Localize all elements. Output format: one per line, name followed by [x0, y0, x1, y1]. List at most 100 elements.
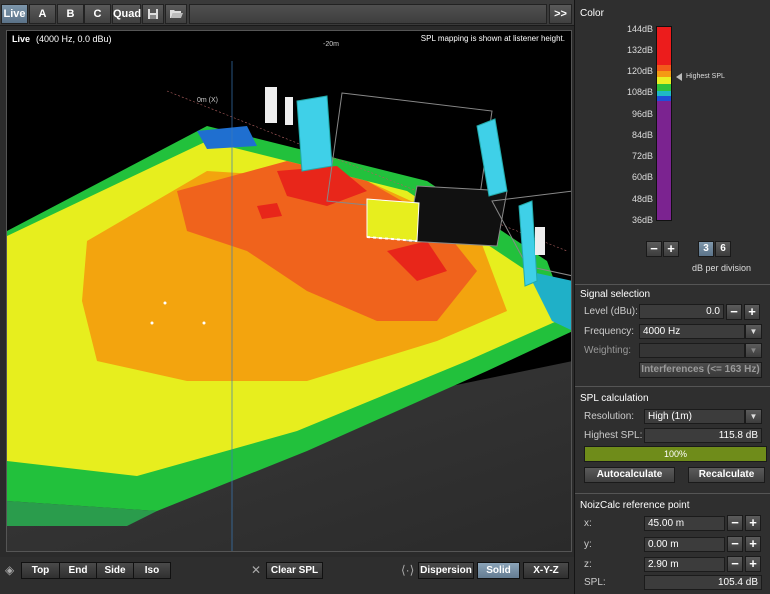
view-end-button[interactable]: End [59, 562, 97, 579]
view-side-button[interactable]: Side [96, 562, 134, 579]
scale-tick: 72dB [631, 151, 653, 161]
reference-section-title: NoizCalc reference point [580, 500, 690, 511]
ref-spl-label: SPL: [584, 577, 606, 588]
scale-tick: 132dB [626, 45, 653, 55]
scale-band-yellow [657, 77, 671, 84]
listener-marker-1 [163, 301, 167, 305]
level-field[interactable]: 0.0 [639, 304, 724, 319]
level-minus-button[interactable]: − [726, 304, 742, 320]
properties-panel: Color 144dB 132dB 120dB 108dB 96dB 84dB … [574, 0, 770, 594]
spl-section-title: SPL calculation [580, 393, 649, 404]
scale-minus-button[interactable]: − [646, 241, 662, 257]
ref-y-label: y: [584, 539, 592, 550]
ref-x-minus-button[interactable]: − [727, 515, 743, 531]
scale-tick: 144dB [626, 24, 653, 34]
chevron-down-icon[interactable]: ▼ [745, 324, 762, 339]
expand-button[interactable]: >> [549, 4, 572, 24]
calculation-progress: 100% [584, 446, 767, 462]
line-array-2 [285, 97, 293, 125]
listener-marker-3 [202, 321, 206, 325]
signal-section-title: Signal selection [580, 289, 651, 300]
scale-tick: 96dB [631, 109, 653, 119]
center-cluster [366, 198, 420, 242]
floppy-disk-icon[interactable] [142, 4, 164, 24]
viewport-condition: (4000 Hz, 0.0 dBu) [36, 34, 112, 44]
autocalculate-button[interactable]: Autocalculate [584, 467, 675, 483]
ref-x-plus-button[interactable]: + [745, 515, 761, 531]
listener-marker-2 [150, 321, 154, 325]
line-array-3 [535, 227, 545, 255]
division-label: dB per division [692, 263, 752, 273]
chevron-down-icon[interactable]: ▼ [745, 343, 762, 358]
view-iso-button[interactable]: Iso [133, 562, 171, 579]
ref-y-minus-button[interactable]: − [727, 536, 743, 552]
toolbar-spacer [189, 4, 547, 24]
bottom-toolbar: ◈ Top End Side Iso ✕ Clear SPL ⟨·⟩ Dispe… [0, 557, 574, 594]
tab-quad[interactable]: Quad [112, 4, 141, 24]
highest-spl-value: 115.8 dB [644, 428, 762, 443]
solid-button[interactable]: Solid [477, 562, 520, 579]
ref-z-label: z: [584, 559, 592, 570]
resolution-label: Resolution: [584, 411, 635, 422]
ref-y-field[interactable]: 0.00 m [644, 537, 725, 552]
division-6-button[interactable]: 6 [715, 241, 731, 257]
ref-y-plus-button[interactable]: + [745, 536, 761, 552]
frequency-select[interactable]: 4000 Hz [639, 324, 745, 339]
clear-spl-button[interactable]: Clear SPL [266, 562, 323, 579]
color-section-title: Color [580, 8, 604, 19]
folder-open-icon[interactable] [165, 4, 187, 24]
line-array-1 [265, 87, 277, 123]
tab-c[interactable]: C [84, 4, 111, 24]
tab-b[interactable]: B [57, 4, 84, 24]
tab-live[interactable]: Live [1, 4, 28, 24]
interferences-button[interactable]: Interferences (<= 163 Hz) [639, 362, 762, 378]
ref-x-label: x: [584, 518, 592, 529]
divider [575, 284, 770, 285]
scale-tick: 36dB [631, 215, 653, 225]
viewport-note: SPL mapping is shown at listener height. [420, 34, 565, 43]
dispersion-button[interactable]: Dispersion [418, 562, 474, 579]
highest-spl-pointer-icon [676, 73, 682, 81]
scale-band-purple [657, 101, 671, 220]
layers-icon[interactable]: ◈ [5, 563, 14, 577]
close-icon[interactable]: ✕ [251, 563, 261, 577]
ref-z-minus-button[interactable]: − [727, 556, 743, 572]
viewport-mode: Live [12, 34, 31, 44]
scale-tick: 108dB [626, 87, 653, 97]
scale-band-green [657, 84, 671, 91]
level-label: Level (dBu): [584, 306, 638, 317]
scale-tick: 120dB [626, 66, 653, 76]
dispersion-icon: ⟨·⟩ [401, 563, 415, 577]
view-toolbar: Live A B C Quad >> [0, 0, 574, 26]
division-3-button[interactable]: 3 [698, 241, 714, 257]
frequency-label: Frequency: [584, 326, 635, 337]
chevron-down-icon[interactable]: ▼ [745, 409, 762, 424]
weighting-label: Weighting: [584, 345, 632, 356]
scale-band-red [657, 27, 671, 65]
resolution-select[interactable]: High (1m) [644, 409, 745, 424]
spl-3d-viewport[interactable]: Live (4000 Hz, 0.0 dBu) SPL mapping is sh… [6, 30, 572, 552]
ref-z-field[interactable]: 2.90 m [644, 557, 725, 572]
axis-label-top: -20m [323, 41, 339, 48]
recalculate-button[interactable]: Recalculate [688, 467, 765, 483]
highest-spl-label: Highest SPL: [584, 430, 643, 441]
scale-tick: 48dB [631, 194, 653, 204]
calculation-progress-text: 100% [663, 449, 688, 459]
ref-x-field[interactable]: 45.00 m [644, 516, 725, 531]
divider [575, 386, 770, 387]
view-top-button[interactable]: Top [21, 562, 60, 579]
color-scale-bar [656, 26, 672, 221]
speaker-left-tower [296, 95, 333, 172]
weighting-select[interactable] [639, 343, 745, 358]
axis-label-x: 0m (X) [197, 97, 218, 104]
spl-scene [7, 61, 571, 551]
ref-z-plus-button[interactable]: + [745, 556, 761, 572]
ref-spl-value: 105.4 dB [644, 575, 762, 590]
xyz-button[interactable]: X-Y-Z [523, 562, 569, 579]
divider [575, 493, 770, 494]
highest-spl-marker-label: Highest SPL [686, 73, 725, 80]
viewport-title: Live (4000 Hz, 0.0 dBu) [12, 34, 112, 44]
level-plus-button[interactable]: + [744, 304, 760, 320]
scale-plus-button[interactable]: + [663, 241, 679, 257]
tab-a[interactable]: A [29, 4, 56, 24]
